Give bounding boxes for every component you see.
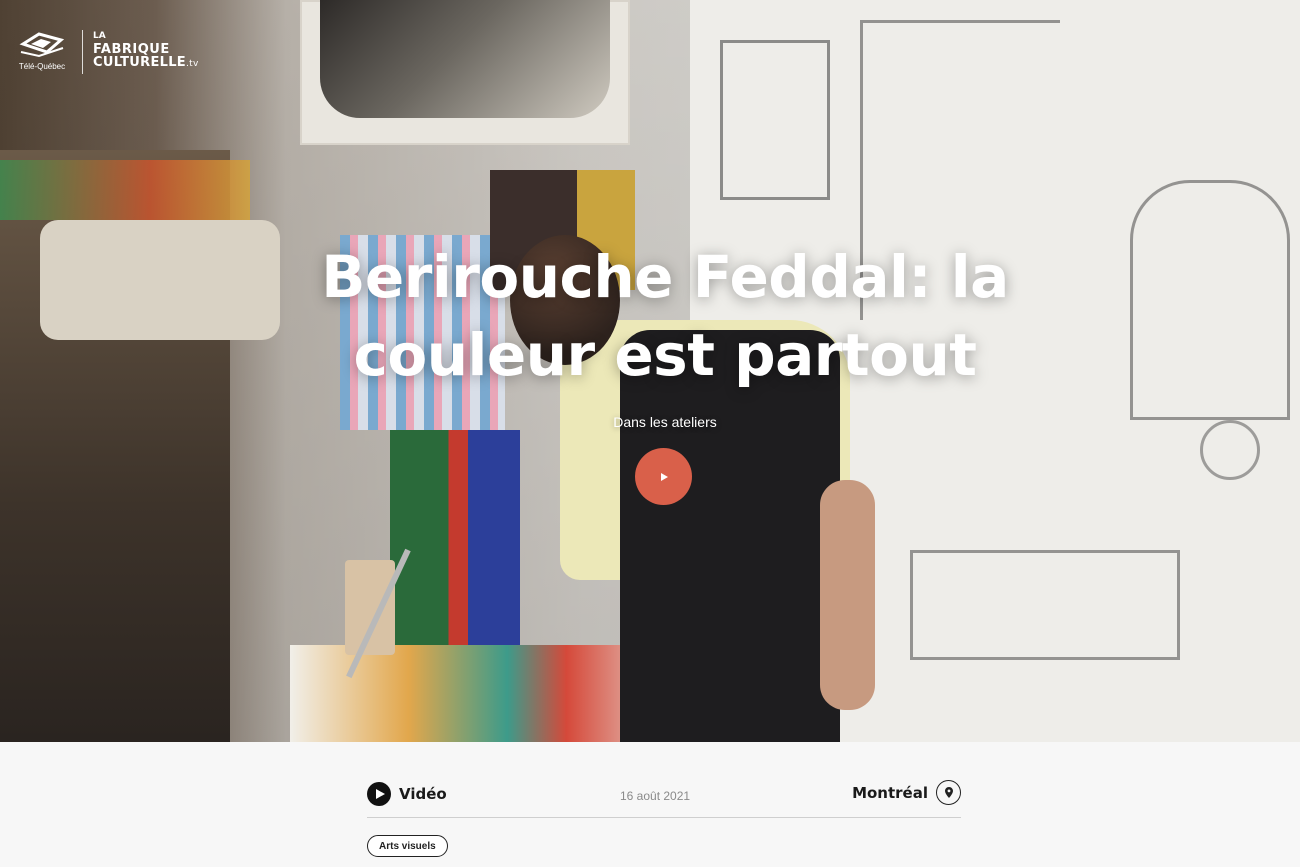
hero-photo-artist-arm — [820, 480, 875, 710]
series-name[interactable]: Dans les ateliers — [500, 414, 830, 430]
hero-photo-sketch — [720, 40, 830, 200]
hero-photo-sketch — [1130, 180, 1290, 420]
play-icon — [660, 472, 668, 481]
logo-line: CULTURELLE.tv — [93, 56, 199, 71]
hero-banner: Télé-Québec LA FABRIQUE CULTURELLE.tv Be… — [0, 0, 1300, 742]
hero-photo-sketch — [1200, 420, 1260, 480]
page-title: Berirouche Feddal: la couleur est partou… — [321, 243, 1009, 389]
publish-date: 16 août 2021 — [620, 789, 691, 803]
video-type: Vidéo — [367, 782, 447, 806]
hero-photo-poster-art — [320, 0, 610, 118]
hero-photo-flag — [390, 430, 520, 650]
site-logo[interactable]: Télé-Québec LA FABRIQUE CULTURELLE.tv — [18, 30, 199, 74]
tele-quebec-logo: Télé-Québec — [18, 30, 66, 71]
location-label: Montréal — [852, 783, 928, 802]
logo-divider — [82, 30, 83, 74]
hero-photo-paper-roll — [345, 560, 395, 655]
fabrique-logo: LA FABRIQUE CULTURELLE.tv — [93, 30, 199, 71]
logo-word: CULTURELLE — [93, 55, 186, 70]
logo-suffix: .tv — [186, 59, 199, 69]
hero-photo-sketch — [910, 550, 1180, 660]
map-pin-icon — [936, 780, 961, 805]
hero-photo-fabric — [0, 160, 250, 220]
tele-quebec-icon — [19, 32, 65, 58]
play-video-button[interactable] — [635, 448, 692, 505]
tag-arts-visuels[interactable]: Arts visuels — [367, 835, 448, 857]
video-play-icon — [367, 782, 391, 806]
broadcaster-name: Télé-Québec — [18, 62, 66, 71]
video-meta-bar: Vidéo 16 août 2021 Montréal — [367, 778, 961, 818]
location[interactable]: Montréal — [852, 780, 961, 805]
video-type-label: Vidéo — [399, 785, 447, 803]
